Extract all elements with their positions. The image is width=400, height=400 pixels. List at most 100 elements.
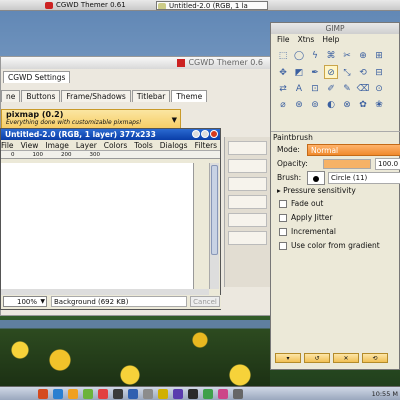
maximize-button[interactable] — [201, 130, 209, 138]
reset-options-button[interactable]: ⟲ — [362, 353, 388, 363]
menu-colors[interactable]: Colors — [104, 141, 128, 150]
taskbar-app-cgwd-themer[interactable]: CGWD Themer 0.61 — [44, 1, 144, 10]
apply-jitter-checkbox[interactable]: Apply Jitter — [271, 211, 400, 225]
brush-preview[interactable] — [307, 171, 325, 185]
tab-engine[interactable]: ne — [1, 90, 21, 102]
menu-help[interactable]: Help — [322, 35, 339, 44]
checkbox-box[interactable] — [279, 214, 287, 222]
dock-app-icon[interactable] — [68, 389, 78, 399]
bottom-dock: 10:55 M — [0, 386, 400, 400]
dock-app-icon[interactable] — [158, 389, 168, 399]
image-window-titlebar[interactable]: Untitled-2.0 (RGB, 1 layer) 377x233 — [1, 129, 220, 140]
opacity-value[interactable]: 100.0 — [375, 158, 400, 170]
menu-layer[interactable]: Layer — [76, 141, 97, 150]
tool-button[interactable]: ✎ — [340, 82, 354, 96]
menu-filters[interactable]: Filters — [195, 141, 217, 150]
incremental-checkbox[interactable]: Incremental — [271, 225, 400, 239]
minimize-button[interactable] — [192, 130, 200, 138]
checkbox-box[interactable] — [279, 228, 287, 236]
opacity-slider[interactable] — [323, 159, 371, 169]
tab-buttons[interactable]: Buttons — [21, 90, 61, 102]
setting-row[interactable] — [228, 195, 267, 209]
tab-frame-shadows[interactable]: Frame/Shadows — [61, 90, 131, 102]
fade-out-checkbox[interactable]: Fade out — [271, 197, 400, 211]
tool-button[interactable]: ⤡ — [340, 66, 354, 80]
dock-app-icon[interactable] — [203, 389, 213, 399]
pressure-sensitivity-expander[interactable]: ▸ Pressure sensitivity — [271, 185, 400, 197]
tool-button[interactable]: ⟲ — [356, 66, 370, 80]
zoom-select[interactable]: 100% ▼ — [3, 296, 47, 307]
tool-button[interactable]: ⊛ — [292, 98, 306, 112]
tab-titlebar[interactable]: Titlebar — [131, 90, 171, 102]
tool-options-title: Paintbrush — [271, 131, 400, 143]
checkbox-box[interactable] — [279, 200, 287, 208]
tool-button[interactable]: ⊗ — [340, 98, 354, 112]
tool-button[interactable]: ⊚ — [308, 98, 322, 112]
taskbar-app-gimp-image[interactable]: Untitled-2.0 (RGB, 1 la — [156, 1, 268, 10]
tool-button[interactable]: ⬚ — [276, 49, 290, 63]
tool-button[interactable]: ⊞ — [372, 49, 386, 63]
tab-theme[interactable]: Theme — [171, 90, 208, 102]
toolbox-titlebar[interactable]: GIMP — [271, 23, 399, 34]
cancel-button[interactable]: Cancel — [190, 296, 220, 307]
dock-app-icon[interactable] — [128, 389, 138, 399]
use-gradient-color-checkbox[interactable]: Use color from gradient — [271, 239, 400, 253]
tool-button[interactable]: ❀ — [372, 98, 386, 112]
dock-app-icon[interactable] — [38, 389, 48, 399]
tool-button[interactable]: ⌘ — [324, 49, 338, 63]
tool-button[interactable]: ⌫ — [356, 82, 370, 96]
opacity-row: Opacity: 100.0 — [271, 157, 400, 171]
dock-app-icon[interactable] — [83, 389, 93, 399]
dock-app-icon[interactable] — [143, 389, 153, 399]
dock-app-icon[interactable] — [188, 389, 198, 399]
tool-button[interactable]: A — [292, 82, 306, 96]
tool-button[interactable]: ✥ — [276, 66, 290, 80]
tool-button[interactable]: ✿ — [356, 98, 370, 112]
tab-cgwd-settings[interactable]: CGWD Settings — [3, 71, 71, 83]
setting-row[interactable] — [228, 177, 267, 191]
dock-app-icon[interactable] — [218, 389, 228, 399]
menu-dialogs[interactable]: Dialogs — [160, 141, 188, 150]
menu-file[interactable]: File — [277, 35, 290, 44]
setting-row[interactable] — [228, 141, 267, 155]
menu-file[interactable]: File — [1, 141, 14, 150]
tool-button[interactable]: ✒ — [308, 66, 322, 80]
dock-app-icon[interactable] — [113, 389, 123, 399]
tool-button[interactable]: ⊙ — [372, 82, 386, 96]
dock-app-icon[interactable] — [233, 389, 243, 399]
tool-button[interactable]: ✂ — [340, 49, 354, 63]
dock-app-icon[interactable] — [173, 389, 183, 399]
tool-button[interactable]: ◩ — [292, 66, 306, 80]
desktop-wallpaper — [0, 320, 270, 390]
checkbox-box[interactable] — [279, 242, 287, 250]
tool-button[interactable]: ◯ — [292, 49, 306, 63]
vertical-scrollbar[interactable] — [209, 163, 219, 289]
brush-name[interactable]: Circle (11) — [328, 172, 400, 184]
delete-options-button[interactable]: ✕ — [333, 353, 359, 363]
tool-button[interactable]: ✐ — [324, 82, 338, 96]
dock-app-icon[interactable] — [53, 389, 63, 399]
tool-button[interactable]: ϟ — [308, 49, 322, 63]
scrollbar-thumb[interactable] — [211, 165, 218, 255]
tool-button[interactable]: ◐ — [324, 98, 338, 112]
tool-button[interactable]: ⇄ — [276, 82, 290, 96]
setting-row[interactable] — [228, 213, 267, 227]
menu-xtns[interactable]: Xtns — [298, 35, 315, 44]
tool-button[interactable]: ⌀ — [276, 98, 290, 112]
restore-options-button[interactable]: ↺ — [304, 353, 330, 363]
image-canvas[interactable] — [1, 163, 194, 289]
menu-image[interactable]: Image — [45, 141, 69, 150]
menu-tools[interactable]: Tools — [134, 141, 152, 150]
tool-button[interactable]: ⊕ — [356, 49, 370, 63]
setting-row[interactable] — [228, 231, 267, 245]
tool-button[interactable]: ⊘ — [324, 65, 338, 79]
save-options-button[interactable]: ▾ — [275, 353, 301, 363]
setting-row[interactable] — [228, 159, 267, 173]
dock-app-icon[interactable] — [98, 389, 108, 399]
tool-button[interactable]: ⊟ — [372, 66, 386, 80]
close-button[interactable] — [210, 130, 218, 138]
menu-view[interactable]: View — [21, 141, 39, 150]
tool-button[interactable]: ⊡ — [308, 82, 322, 96]
mode-select[interactable]: Normal — [307, 144, 400, 156]
cgwd-titlebar[interactable]: CGWD Themer 0.6 — [1, 57, 271, 69]
